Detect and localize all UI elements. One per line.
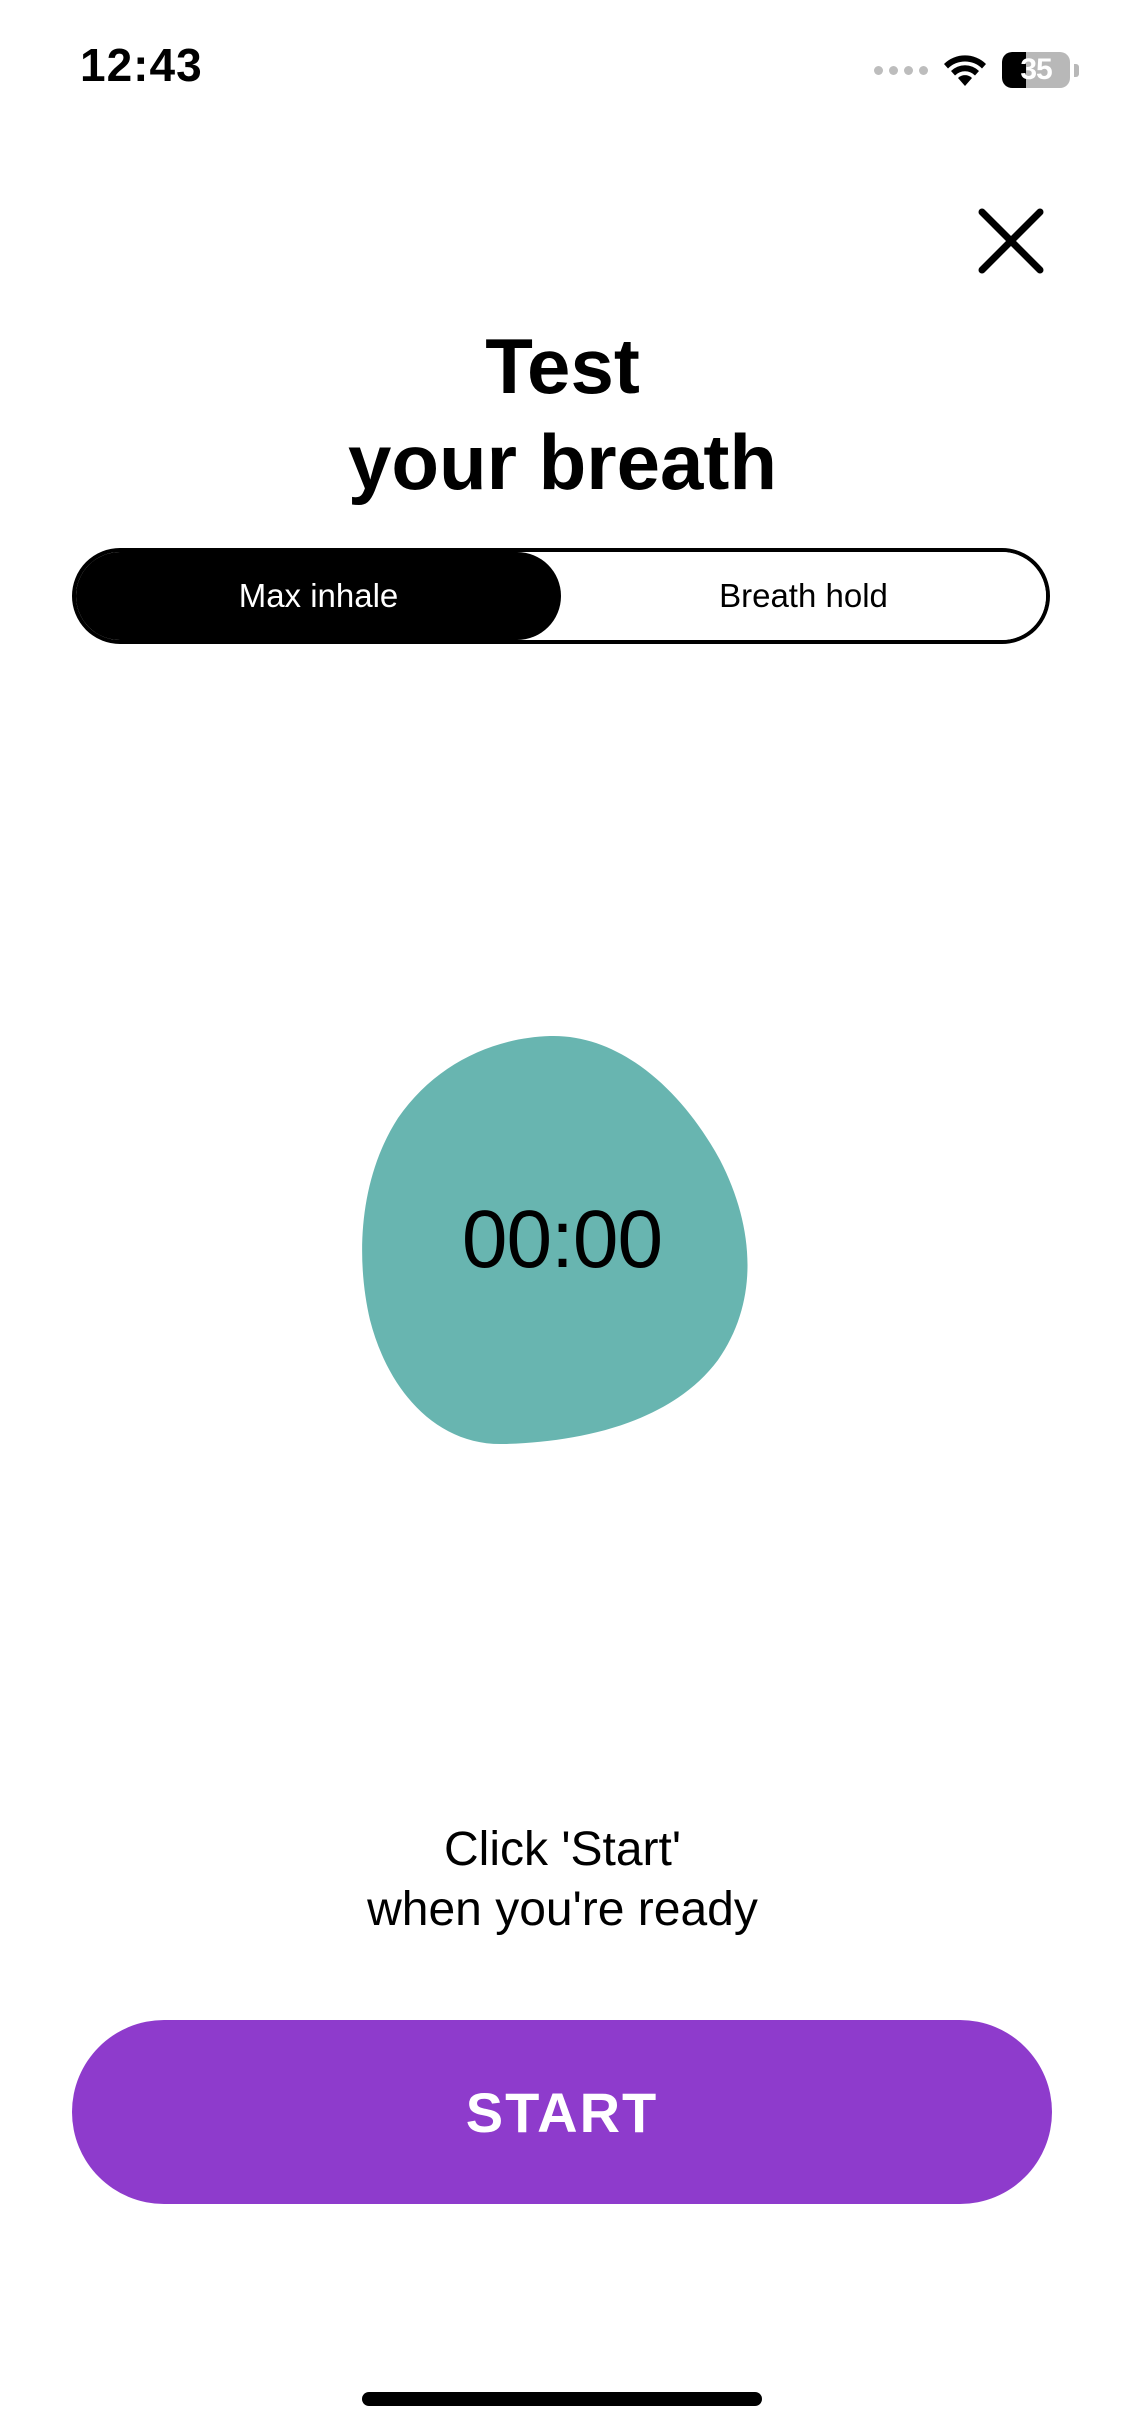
home-indicator — [362, 2392, 762, 2406]
close-icon — [978, 208, 1044, 274]
page-title: Test your breath — [0, 318, 1125, 510]
tab-max-inhale[interactable]: Max inhale — [76, 552, 561, 640]
status-bar: 12:43 35 — [0, 0, 1125, 140]
instruction-line-1: Click 'Start' — [443, 1823, 682, 1876]
timer-display: 00:00 — [352, 1030, 772, 1450]
close-button[interactable] — [970, 200, 1052, 282]
timer-value: 00:00 — [461, 1194, 663, 1285]
mode-selector: Max inhale Breath hold — [72, 548, 1050, 644]
instruction-line-2: when you're ready — [367, 1883, 758, 1936]
signal-dots-icon — [874, 65, 928, 75]
instruction-text: Click 'Start' when you're ready — [0, 1820, 1125, 1940]
title-line-1: Test — [485, 322, 640, 410]
wifi-icon — [944, 55, 986, 86]
title-line-2: your breath — [347, 418, 778, 506]
status-time: 12:43 — [80, 39, 203, 91]
battery-percent: 35 — [1020, 53, 1052, 86]
battery-icon: 35 — [1002, 52, 1070, 88]
status-icons: 35 — [874, 46, 1079, 94]
start-button[interactable]: START — [72, 2020, 1052, 2204]
battery-tip — [1074, 63, 1079, 77]
tab-breath-hold[interactable]: Breath hold — [561, 552, 1046, 640]
